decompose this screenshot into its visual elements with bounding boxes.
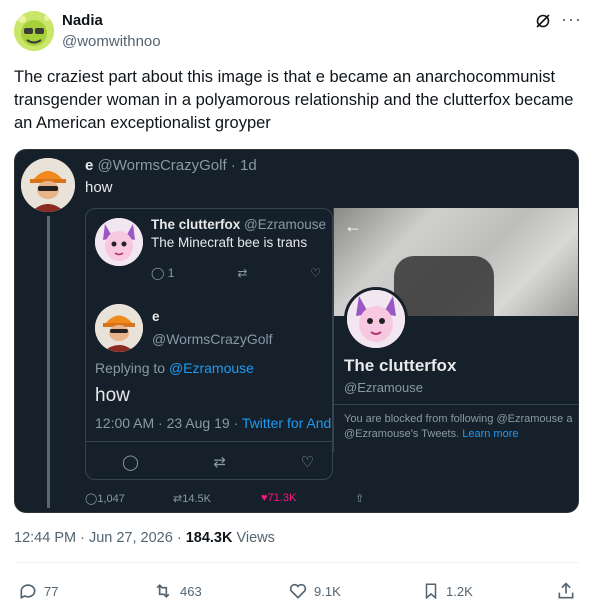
share-button[interactable] [556,581,576,601]
embed-retweets: ⇄14.5K [173,492,211,505]
grok-icon[interactable] [535,13,551,34]
retweet-button[interactable]: 463 [152,581,202,601]
like-icon: ♡ [310,266,321,280]
learn-more-link: Learn more [462,428,519,440]
quoted-tweet-text: The Minecraft bee is trans [151,235,308,250]
retweet-icon: ⇄ [213,454,226,471]
embed-author-name: e [85,157,94,174]
bookmark-icon [425,583,437,600]
author-name[interactable]: Nadia [62,12,103,29]
divider [86,441,332,442]
embed-avatar-e [21,158,75,212]
reply-author-name: e [152,309,160,324]
tweet-timestamp: 12:44 PM · Jun 27, 2026 · 184.3K Views [14,530,275,546]
reply-author-handle: @WormsCrazyGolf [152,331,273,347]
embed-retweet-count: 14.5K [182,493,211,505]
retweet-icon [156,583,170,599]
views-label: Views [232,530,275,546]
reply-author-avatar [95,304,143,352]
reply-source: Twitter for And [241,415,332,431]
like-icon [289,583,307,599]
blocked-line-2-text: @Ezramouse's Tweets. [344,428,463,440]
reply-icon [20,584,36,600]
back-arrow-icon: ← [344,216,362,236]
quoted-tweet-actions: ◯ 1 ⇄ ♡ [151,266,321,280]
thread-line [47,216,50,508]
author-avatar[interactable] [14,11,54,51]
replying-to-handle: @Ezramouse [168,360,254,376]
embedded-image[interactable]: e @WormsCrazyGolf · 1d how The clutterfo… [14,149,579,513]
blocked-line-1: You are blocked from following @Ezramous… [344,413,573,425]
tweet-text: The craziest part about this image is th… [14,68,574,132]
reply-text: how [95,385,130,406]
retweet-count: 463 [180,583,202,599]
more-options-icon[interactable]: ··· [561,9,582,30]
blocked-notice: You are blocked from following @Ezramous… [344,412,578,442]
clutterfox-avatar [95,218,143,266]
reply-icon: ◯ [122,454,139,471]
tweet-time[interactable]: 12:44 PM · Jun 27, 2026 · [14,530,186,546]
divider [14,562,579,563]
bookmark-count: 1.2K [446,583,473,599]
like-count: 9.1K [314,583,341,599]
embed-like-count: 71.3K [267,492,297,504]
quoted-reply-count: 1 [167,266,175,280]
reply-icon: ◯ [151,266,165,280]
reply-icon: ◯ [85,493,98,505]
quoted-reply-action: ◯ 1 [151,266,174,280]
embed-author-handle: @WormsCrazyGolf · 1d [97,157,257,174]
reply-actions: ◯ ⇄ ♡ [122,453,314,471]
quoted-author-line: The clutterfox @Ezramouse [151,217,326,232]
views-count: 184.3K [185,530,233,546]
reply-count: 77 [44,583,59,599]
like-button[interactable]: 9.1K [288,581,341,601]
profile-avatar [344,287,408,351]
profile-card: ← The clutterfox @Ezramouse You are bloc… [333,208,578,452]
reply-button[interactable]: 77 [18,581,58,601]
embed-reply-count: 1,047 [97,493,125,505]
reply-time: 12:00 AM · 23 Aug 19 · [95,415,242,431]
quoted-thread-card: The clutterfox @Ezramouse The Minecraft … [85,208,333,480]
profile-handle: @Ezramouse [344,380,423,395]
quoted-author-name: The clutterfox [151,217,241,232]
reply-meta: 12:00 AM · 23 Aug 19 · Twitter for And [95,415,331,431]
replying-to: Replying to @Ezramouse [95,360,254,376]
profile-name: The clutterfox [344,356,457,375]
embed-likes: ♥71.3K [261,492,296,504]
embed-replies: ◯1,047 [85,492,125,505]
author-handle[interactable]: @womwithnoo [62,33,161,50]
blocked-line-2: @Ezramouse's Tweets. Learn more [344,427,578,442]
replying-to-label: Replying to [95,360,169,376]
share-icon: ⇧ [355,493,365,505]
embed-tweet-text: how [85,179,113,196]
retweet-icon: ⇄ [237,266,248,280]
quoted-author-handle: @Ezramouse [244,217,327,232]
bookmark-button[interactable]: 1.2K [422,581,473,601]
embed-tweet-header: e @WormsCrazyGolf · 1d [85,157,257,174]
share-icon [558,582,574,599]
like-icon: ♡ [300,454,314,471]
divider [334,404,578,405]
retweet-icon: ⇄ [173,493,183,505]
